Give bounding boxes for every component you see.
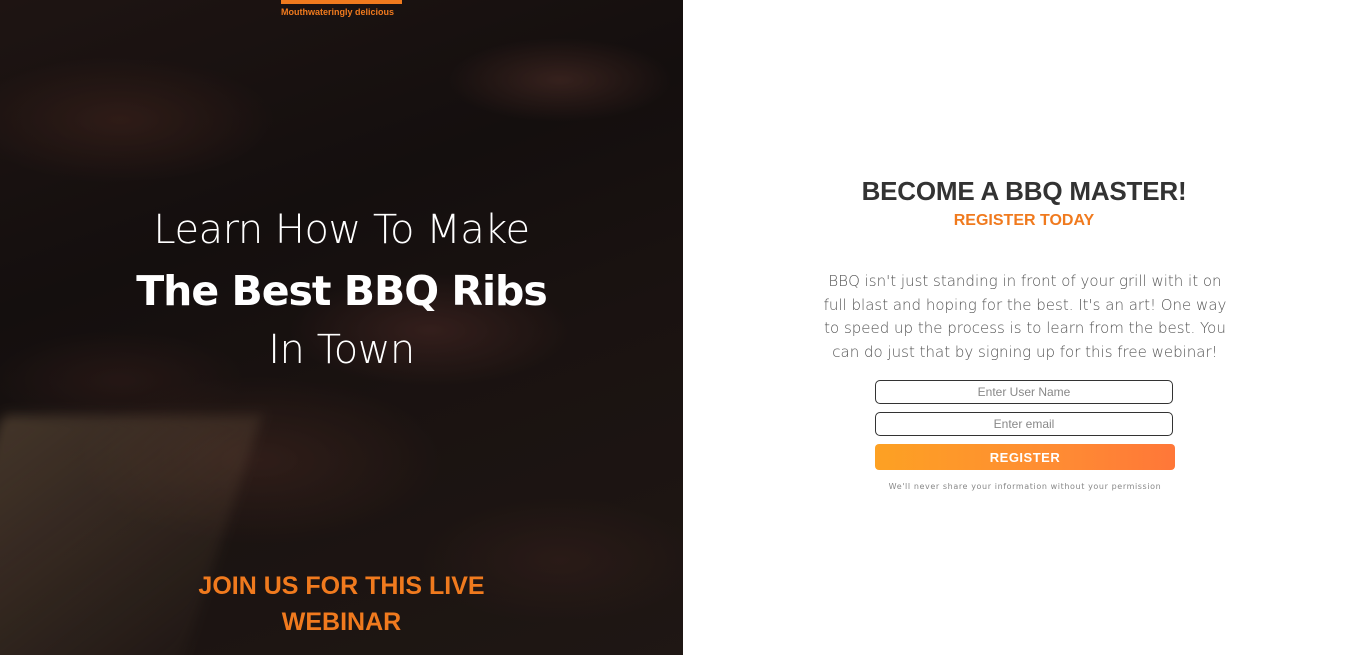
email-input[interactable]	[875, 412, 1173, 436]
form-title: BECOME A BBQ MASTER!	[861, 176, 1187, 206]
logo-bar	[281, 0, 402, 4]
register-button[interactable]: REGISTER	[875, 444, 1175, 470]
headline-line-1: Learn How To Make	[153, 207, 530, 253]
form-description: BBQ isn't just standing in front of your…	[823, 272, 1227, 361]
registration-panel: BECOME A BBQ MASTER! REGISTER TODAY BBQ …	[683, 0, 1365, 655]
privacy-note: We'll never share your information witho…	[888, 482, 1162, 491]
webinar-cta-text: JOIN US FOR THIS LIVE WEBINAR	[198, 572, 485, 636]
username-input[interactable]	[875, 380, 1173, 404]
headline-line-2: The Best BBQ Ribs	[136, 267, 548, 315]
headline-line-3: In Town	[268, 327, 415, 373]
form-subtitle: REGISTER TODAY	[953, 212, 1095, 229]
brand-tagline: Mouthwateringly delicious	[281, 7, 395, 17]
hero-section: Mouthwateringly delicious Learn How To M…	[0, 0, 683, 655]
